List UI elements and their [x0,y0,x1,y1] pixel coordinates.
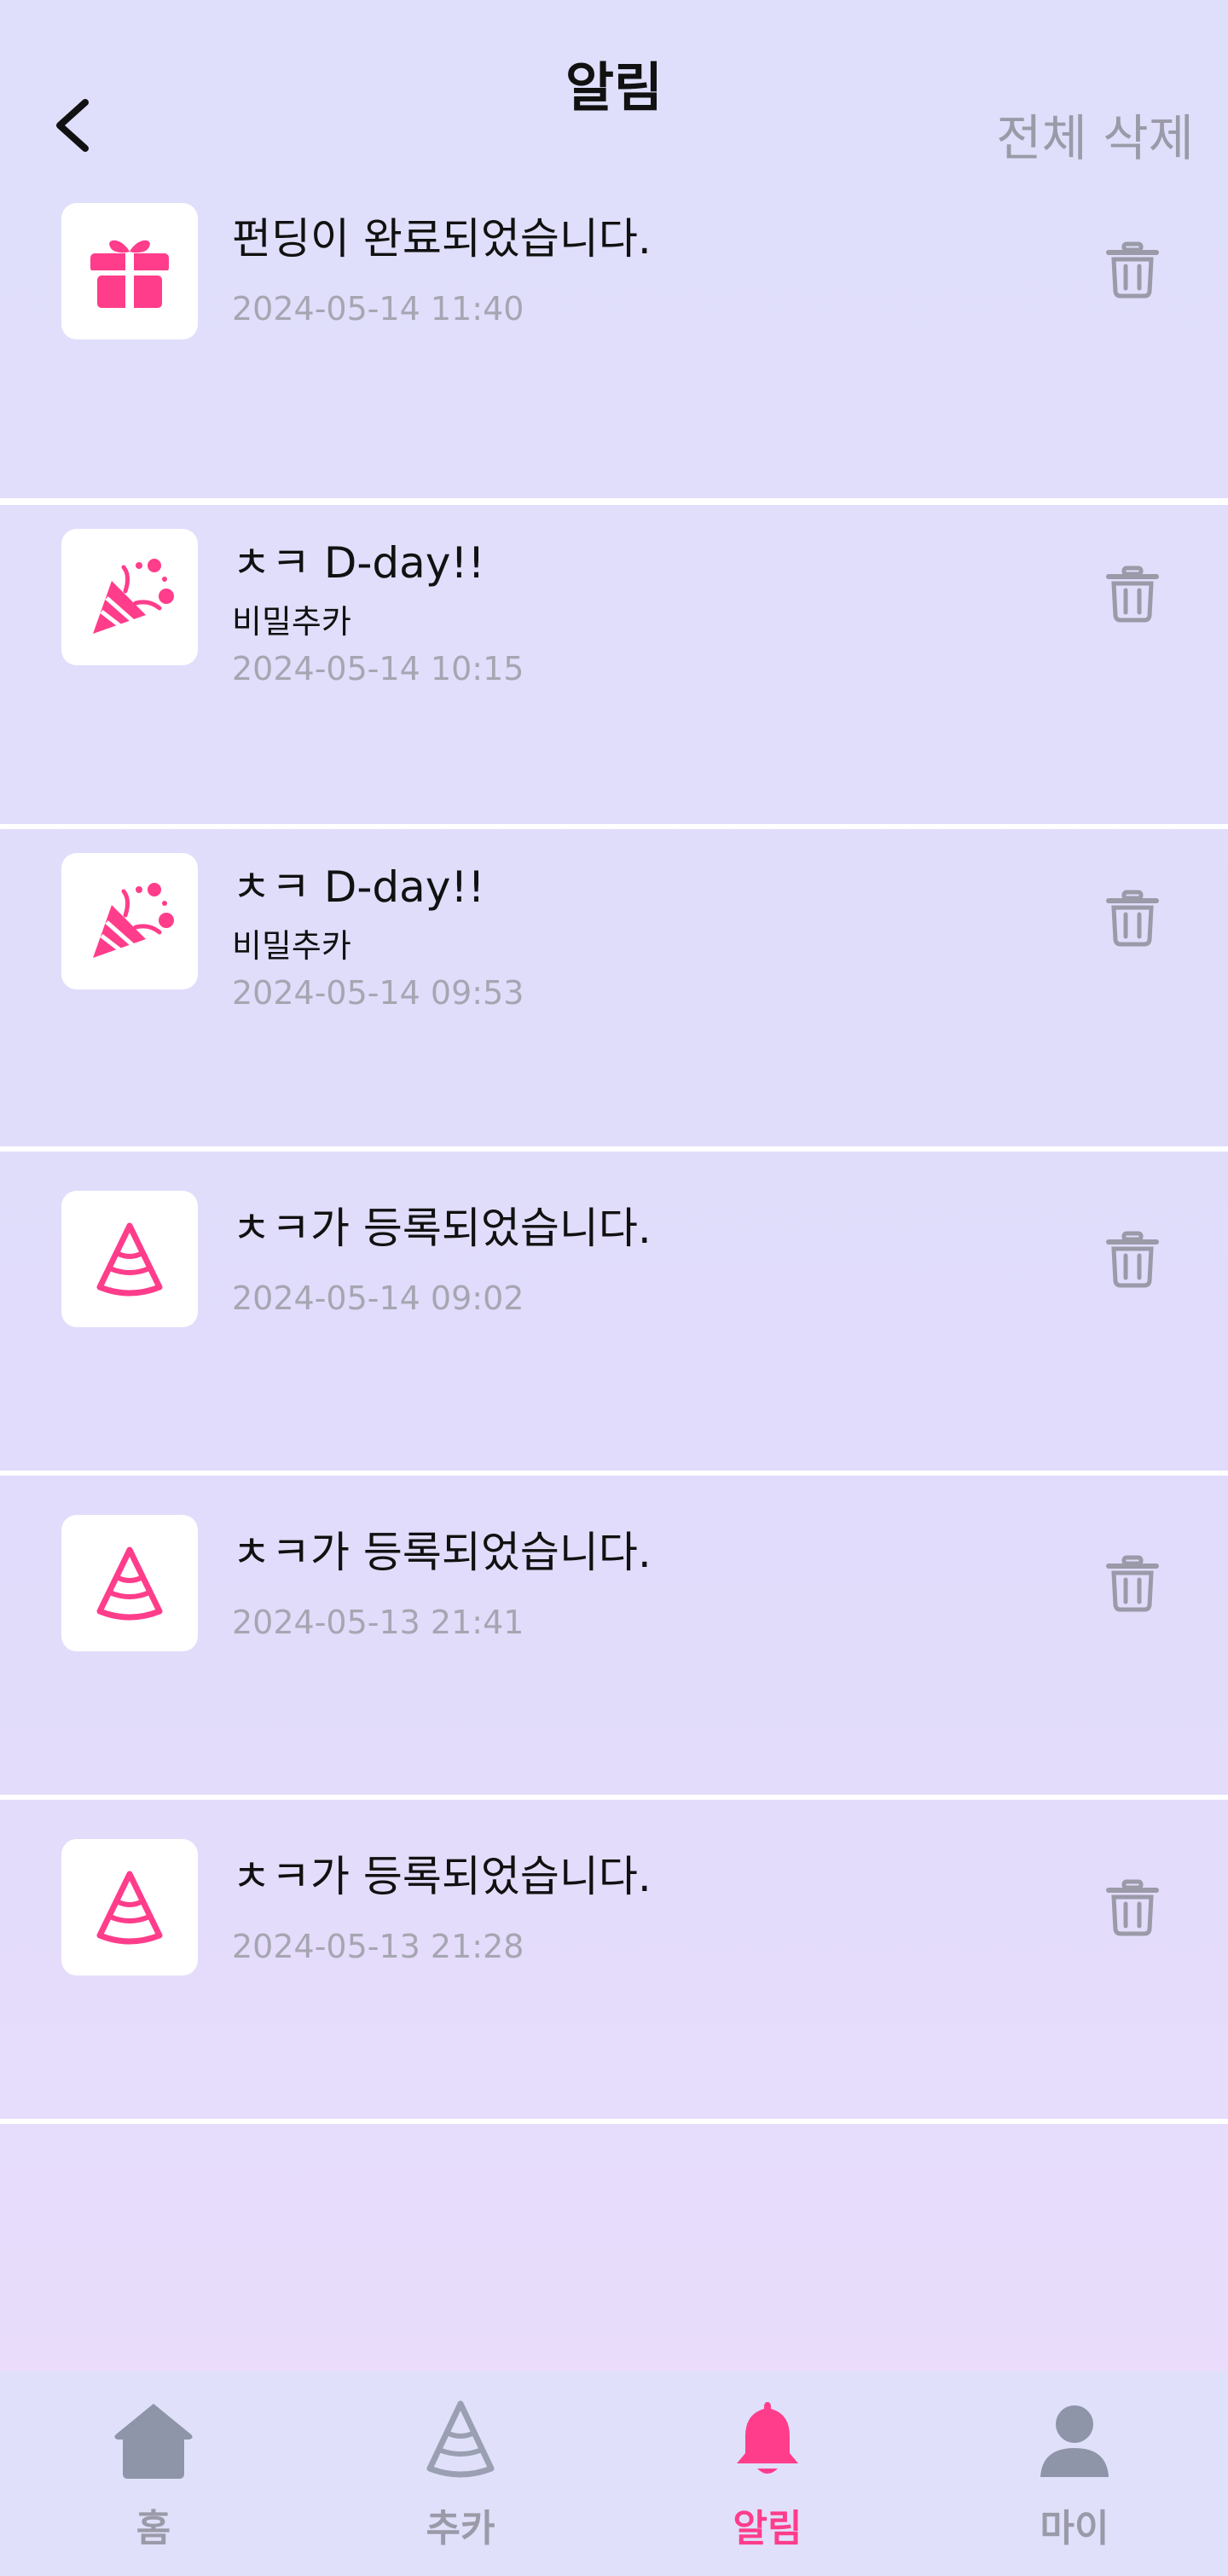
notification-icon-box [61,203,198,339]
trash-icon [1106,1879,1159,1936]
notification-time: 2024-05-14 10:15 [232,650,524,688]
delete-all-button[interactable]: 전체 삭제 [996,98,1194,170]
notification-message: ㅊㅋ가 등록되었습니다. [232,1204,652,1253]
divider [0,1471,1228,1476]
home-icon [114,2404,193,2479]
header: 알림 전체 삭제 [0,0,1228,188]
notification-item[interactable]: ㅊㅋ D-day!! 비밀추카 2024-05-14 10:15 [0,512,1228,829]
tab-home-label: 홈 [136,2507,171,2550]
notification-message: ㅊㅋ가 등록되었습니다. [232,1852,652,1901]
party-hat-icon [96,1222,163,1297]
trash-icon [1106,1231,1159,1288]
tab-my-label: 마이 [1040,2507,1109,2550]
party-popper-icon [93,883,174,958]
tab-notifications[interactable]: 알림 [614,2371,921,2576]
divider [0,824,1228,829]
delete-button[interactable] [1105,565,1160,623]
notification-time: 2024-05-13 21:41 [232,1604,524,1641]
tab-chuka-label: 추카 [426,2507,495,2550]
notification-icon-box [61,1515,198,1651]
divider [0,498,1228,505]
user-icon [1040,2405,1109,2477]
notification-message: ㅊㅋ D-day!! [232,862,485,912]
notification-item[interactable]: ㅊㅋ D-day!! 비밀추카 2024-05-14 09:53 [0,834,1228,1152]
notification-message: ㅊㅋ D-day!! [232,538,485,588]
tab-home[interactable]: 홈 [0,2371,307,2576]
divider [0,2119,1228,2124]
notification-item[interactable]: ㅊㅋ가 등록되었습니다. 2024-05-13 21:41 [0,1482,1228,1800]
notification-icon-box [61,1839,198,1976]
notification-time: 2024-05-14 09:02 [232,1279,524,1317]
trash-icon [1106,566,1159,623]
notification-item[interactable]: ㅊㅋ가 등록되었습니다. 2024-05-14 09:02 [0,1158,1228,1476]
party-hat-icon [426,2400,495,2478]
tab-notifications-label: 알림 [733,2507,802,2550]
notification-icon-box [61,853,198,989]
delete-button[interactable] [1105,1230,1160,1288]
divider [0,1146,1228,1152]
tab-my[interactable]: 마이 [921,2371,1228,2576]
bottom-tab-bar: 홈 추카 알림 마이 [0,2371,1228,2576]
trash-icon [1106,241,1159,299]
notification-message: 펀딩이 완료되었습니다. [232,214,652,264]
delete-button[interactable] [1105,241,1160,299]
party-hat-icon [96,1546,163,1621]
notification-time: 2024-05-14 09:53 [232,974,524,1012]
party-popper-icon [93,559,174,634]
trash-icon [1106,890,1159,947]
divider [0,1795,1228,1800]
tab-chuka[interactable]: 추카 [307,2371,614,2576]
bell-icon [737,2402,798,2474]
gift-icon [90,240,169,308]
delete-button[interactable] [1105,889,1160,947]
delete-button[interactable] [1105,1554,1160,1612]
party-hat-icon [96,1871,163,1945]
notification-subtitle: 비밀추카 [232,927,351,965]
notification-icon-box [61,529,198,665]
notification-item[interactable]: ㅊㅋ가 등록되었습니다. 2024-05-13 21:28 [0,1807,1228,2124]
delete-button[interactable] [1105,1878,1160,1936]
notification-time: 2024-05-14 11:40 [232,290,524,328]
notification-icon-box [61,1191,198,1327]
notification-item[interactable]: 펀딩이 완료되었습니다. 2024-05-14 11:40 [0,188,1228,505]
notification-time: 2024-05-13 21:28 [232,1928,524,1965]
trash-icon [1106,1555,1159,1612]
notification-message: ㅊㅋ가 등록되었습니다. [232,1528,652,1577]
notification-subtitle: 비밀추카 [232,603,351,641]
